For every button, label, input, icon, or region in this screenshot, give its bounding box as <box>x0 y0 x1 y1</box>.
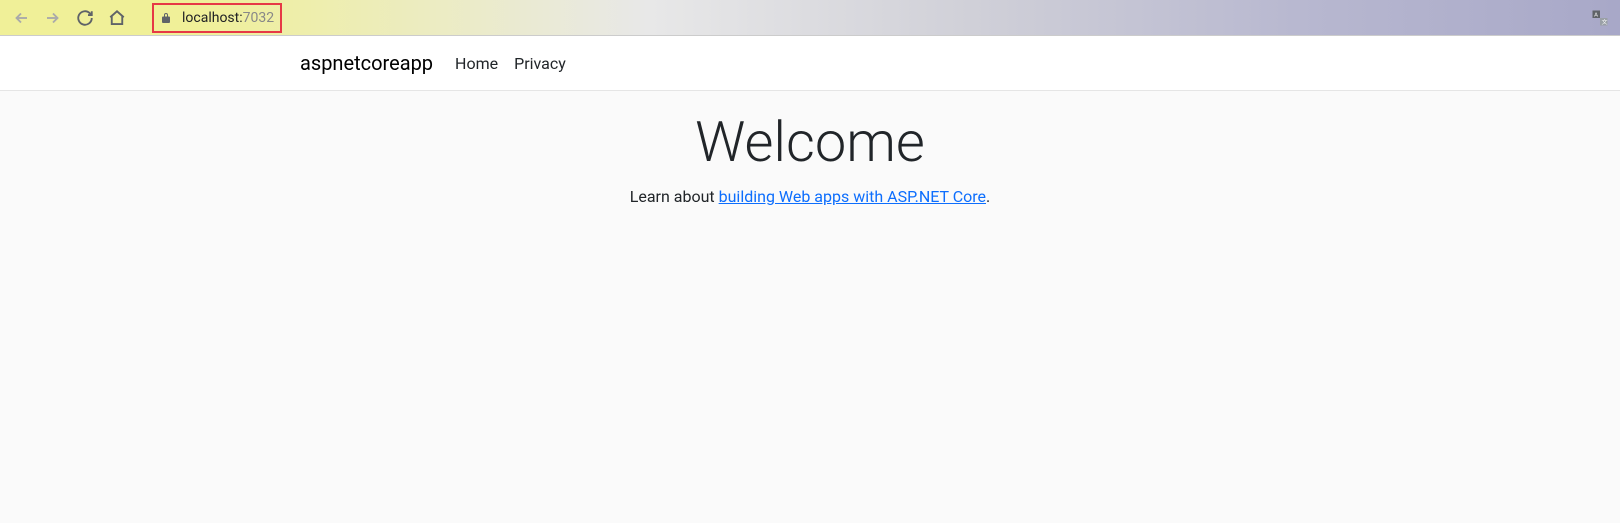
navbar-brand[interactable]: aspnetcoreapp <box>300 51 433 75</box>
page-navbar: aspnetcoreapp Home Privacy <box>0 36 1620 91</box>
nav-link-privacy[interactable]: Privacy <box>514 54 566 73</box>
arrow-right-icon <box>44 9 62 27</box>
url-host: localhost: <box>182 10 243 26</box>
welcome-heading: Welcome <box>0 109 1620 175</box>
reload-icon <box>76 9 94 27</box>
forward-button[interactable] <box>44 9 62 27</box>
url-port: 7032 <box>243 10 274 26</box>
page-content: Welcome Learn about building Web apps wi… <box>0 91 1620 523</box>
back-button[interactable] <box>12 9 30 27</box>
svg-text:文: 文 <box>1602 17 1608 25</box>
translate-button[interactable]: A 文 <box>1590 8 1610 28</box>
url-highlight-box: localhost:7032 <box>152 3 282 33</box>
url-text: localhost:7032 <box>182 10 274 26</box>
arrow-left-icon <box>12 9 30 27</box>
home-icon <box>108 9 126 27</box>
lock-icon <box>160 11 174 25</box>
learn-suffix: . <box>986 187 990 206</box>
learn-text: Learn about building Web apps with ASP.N… <box>0 187 1620 206</box>
home-button[interactable] <box>108 9 126 27</box>
reload-button[interactable] <box>76 9 94 27</box>
svg-text:A: A <box>1594 12 1598 18</box>
learn-prefix: Learn about <box>630 187 719 206</box>
nav-link-home[interactable]: Home <box>455 54 498 73</box>
learn-link[interactable]: building Web apps with ASP.NET Core <box>719 187 986 206</box>
nav-icons-group <box>8 9 130 27</box>
translate-icon: A 文 <box>1590 8 1610 28</box>
address-bar[interactable]: localhost:7032 <box>146 4 288 32</box>
browser-toolbar: localhost:7032 A 文 <box>0 0 1620 36</box>
toolbar-right: A 文 <box>1590 8 1610 28</box>
